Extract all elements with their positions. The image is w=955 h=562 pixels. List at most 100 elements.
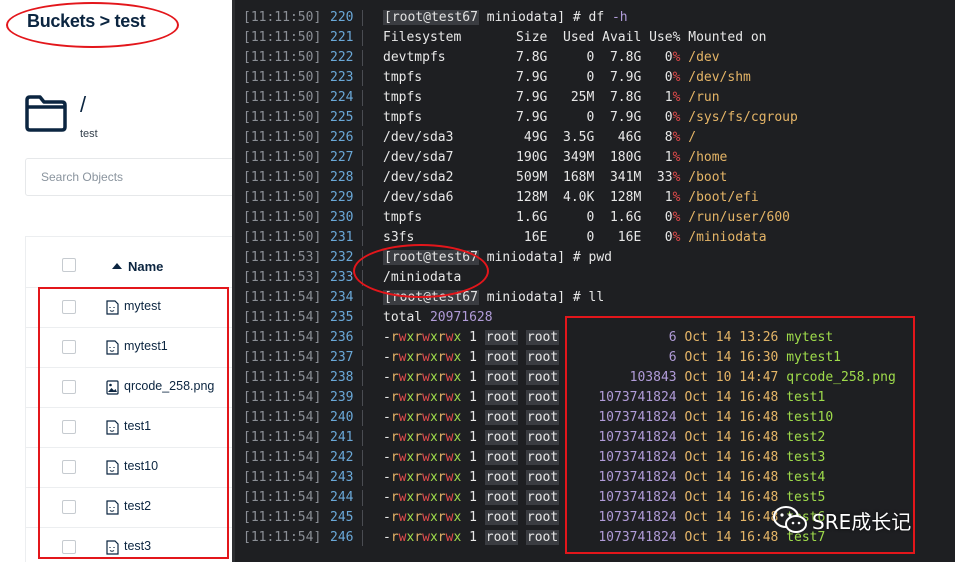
gutter-marker — [362, 190, 371, 206]
perm-bit: w — [422, 490, 430, 505]
perm-bit: r — [437, 330, 446, 345]
terminal-line: [11:11:50] 231 s3fs 16E 0 16E 0% /miniodat… — [235, 228, 955, 248]
perm-bit: r — [414, 430, 423, 445]
gutter-marker — [362, 270, 371, 286]
group: root — [525, 490, 560, 505]
table-row[interactable]: test3 — [26, 527, 232, 562]
df-row: tmpfs 1.6G 0 1.6G 0 — [383, 210, 673, 225]
gutter-marker — [362, 50, 371, 66]
line-number: 220 — [330, 10, 354, 25]
row-checkbox[interactable] — [62, 500, 76, 514]
table-row[interactable]: qrcode_258.png — [26, 367, 232, 407]
owner: root — [484, 370, 519, 385]
minio-object-browser: Buckets > test / test Name mytest mytest1… — [0, 0, 232, 562]
sep — [518, 390, 526, 405]
owner: root — [484, 530, 519, 545]
perm-bit: r — [437, 470, 446, 485]
line-content: s3fs 16E 0 16E 0% /miniodata — [383, 228, 767, 248]
file-name: test2 — [124, 499, 152, 513]
search-objects-input[interactable] — [25, 158, 232, 196]
row-checkbox[interactable] — [62, 460, 76, 474]
timestamp: [11:11:53] — [243, 270, 322, 285]
timestamp: [11:11:54] — [243, 390, 322, 405]
gutter-marker — [362, 410, 371, 426]
sep — [518, 370, 526, 385]
gutter-marker — [362, 390, 371, 406]
perm-bit: w — [422, 370, 430, 385]
row-checkbox[interactable] — [62, 340, 76, 354]
timestamp: [11:11:50] — [243, 130, 322, 145]
perm-bit: r — [414, 470, 423, 485]
perm-bit: r — [414, 370, 423, 385]
timestamp: [11:11:54] — [243, 410, 322, 425]
breadcrumb[interactable]: Buckets > test — [27, 11, 146, 32]
line-number: 243 — [330, 470, 354, 485]
gutter-marker — [362, 450, 371, 466]
timestamp: [11:11:54] — [243, 530, 322, 545]
line-number: 221 — [330, 30, 354, 45]
mount-point: / — [680, 130, 697, 145]
sort-ascending-icon[interactable] — [112, 263, 122, 269]
owner: root — [484, 510, 519, 525]
table-row[interactable]: test1 — [26, 407, 232, 447]
perm-bit: r — [390, 530, 399, 545]
df-row: /dev/sda6 128M 4.0K 128M 1 — [383, 190, 673, 205]
line-content: [root@test67 miniodata] # pwd — [383, 248, 612, 268]
mount-point: /run — [680, 90, 720, 105]
line-number: 240 — [330, 410, 354, 425]
group: root — [525, 530, 560, 545]
command: ll — [580, 290, 605, 305]
line-content: /dev/sda2 509M 168M 341M 33% /boot — [383, 168, 727, 188]
gutter-marker — [362, 430, 371, 446]
gutter-marker — [362, 310, 371, 326]
line-content: /miniodata — [383, 268, 461, 288]
line-number: 244 — [330, 490, 354, 505]
df-row: tmpfs 7.9G 0 7.9G 0 — [383, 110, 673, 125]
perm-bit: r — [390, 350, 399, 365]
row-checkbox[interactable] — [62, 300, 76, 314]
perm-bit: x — [429, 450, 438, 465]
perm-bit: r — [390, 390, 399, 405]
line-number: 237 — [330, 350, 354, 365]
file-name: qrcode_258.png — [124, 379, 215, 393]
group: root — [525, 470, 560, 485]
perm-bit: x — [429, 470, 438, 485]
bucket-name: test — [80, 128, 98, 140]
mount-point: /miniodata — [680, 230, 767, 245]
line-number: 242 — [330, 450, 354, 465]
df-row: /dev/sda2 509M 168M 341M 33 — [383, 170, 673, 185]
sep — [518, 510, 526, 525]
perm-bit: x — [429, 490, 438, 505]
perm-bit: w — [422, 330, 430, 345]
gutter-marker — [362, 150, 371, 166]
line-content: Filesystem Size Used Avail Use% Mounted … — [383, 28, 767, 48]
row-checkbox[interactable] — [62, 380, 76, 394]
sep — [518, 350, 526, 365]
perm-bit: w — [422, 450, 430, 465]
row-checkbox[interactable] — [62, 420, 76, 434]
terminal-line: [11:11:53] 232 [root@test67 miniodata] # p… — [235, 248, 955, 268]
table-row[interactable]: test10 — [26, 447, 232, 487]
table-row[interactable]: mytest — [26, 287, 232, 327]
df-row: devtmpfs 7.8G 0 7.8G 0 — [383, 50, 673, 65]
terminal-line: [11:11:50] 227/dev/sda7 190G 349M 180G 1%… — [235, 148, 955, 168]
timestamp: [11:11:53] — [243, 250, 322, 265]
sep — [518, 490, 526, 505]
select-all-checkbox[interactable] — [62, 258, 76, 272]
perm-bit: r — [437, 390, 446, 405]
gutter-marker — [362, 210, 371, 226]
link-count: 1 — [461, 390, 485, 405]
prompt-user: [root@test67 — [383, 10, 479, 25]
link-count: 1 — [461, 410, 485, 425]
name-column-header[interactable]: Name — [128, 259, 163, 274]
file-name: mytest — [124, 299, 161, 313]
perm-bit: r — [390, 410, 399, 425]
table-row[interactable]: mytest1 — [26, 327, 232, 367]
perm-bit: r — [414, 350, 423, 365]
sep — [518, 430, 526, 445]
line-content: tmpfs 7.9G 0 7.9G 0% /dev/shm — [383, 68, 751, 88]
table-row[interactable]: test2 — [26, 487, 232, 527]
line-content: tmpfs 7.9G 25M 7.8G 1% /run — [383, 88, 720, 108]
row-checkbox[interactable] — [62, 540, 76, 554]
link-count: 1 — [461, 430, 485, 445]
